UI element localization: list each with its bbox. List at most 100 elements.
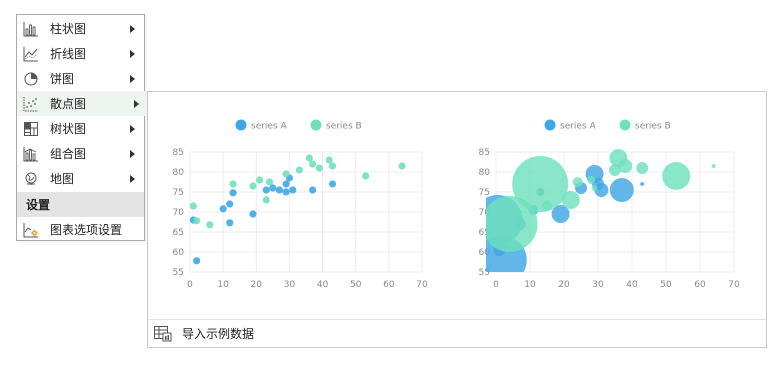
chart-type-menu: 柱状图 折线图 饼图 散点图 树状图 组合图 地图 设置 图表选项设置 (16, 14, 148, 242)
data-point (226, 219, 234, 227)
data-point (193, 217, 201, 225)
data-point (636, 162, 649, 174)
bubble-chart-preview[interactable]: 0 10 20 30 40 50 60 70 55 60 65 70 75 80 85 series Aser… (458, 92, 764, 317)
x-tick-label: 20 (251, 280, 263, 290)
data-point (193, 257, 201, 265)
legend-marker (310, 119, 322, 131)
menu-item-label: 地图 (50, 172, 75, 186)
data-point (328, 180, 337, 188)
data-point (315, 164, 323, 172)
pie-chart-icon (22, 70, 40, 88)
legend-marker (544, 119, 556, 131)
menu-item-line-chart[interactable]: 折线图 (17, 41, 144, 66)
menu-item-scatter-chart[interactable]: 散点图 (17, 91, 148, 116)
data-point (282, 188, 290, 196)
menu-item-label: 饼图 (50, 72, 75, 86)
x-tick-label: 30 (592, 280, 604, 290)
x-tick-label: 40 (317, 280, 329, 290)
submenu-arrow-icon (130, 49, 135, 58)
data-point (229, 189, 237, 197)
x-tick-label: 20 (558, 280, 570, 290)
legend-label: series A (560, 122, 597, 132)
y-tick-label: 85 (173, 148, 184, 158)
menu-item-label: 图表选项设置 (50, 223, 123, 237)
x-tick-label: 50 (660, 280, 672, 290)
legend-label: series B (326, 122, 362, 132)
data-point (512, 156, 569, 212)
scatter-chart-icon (22, 95, 40, 113)
data-point (289, 186, 297, 194)
data-point (309, 160, 317, 168)
x-tick-label: 60 (383, 280, 395, 290)
data-point (206, 221, 214, 229)
y-tick-label: 70 (173, 208, 185, 218)
data-point (189, 202, 197, 210)
submenu-arrow-icon (134, 99, 139, 108)
settings-section-header: 设置 (17, 192, 144, 217)
combo-chart-icon (22, 145, 40, 163)
data-point (275, 186, 284, 194)
bar-chart-icon (22, 20, 40, 38)
data-point (249, 210, 257, 218)
menu-item-label: 散点图 (50, 97, 87, 111)
data-point (398, 162, 406, 170)
submenu-arrow-icon (130, 74, 135, 83)
series-group (189, 154, 406, 265)
menu-item-combo-chart[interactable]: 组合图 (17, 141, 144, 166)
import-table-icon (154, 325, 172, 342)
x-tick-label: 40 (626, 280, 638, 290)
data-point (262, 186, 270, 194)
menu-item-label: 树状图 (50, 122, 87, 136)
x-tick-label: 60 (694, 280, 706, 290)
legend-label: series B (635, 122, 671, 132)
menu-item-bar-chart[interactable]: 柱状图 (17, 16, 144, 41)
menu-item-label: 组合图 (50, 147, 87, 161)
menu-item-label: 折线图 (50, 47, 87, 61)
bubble-chart-svg: 0 10 20 30 40 50 60 7055606570758085series Aser… (479, 119, 740, 290)
scatter-chart-preview[interactable]: 0 10 20 30 40 50 60 70 55 60 65 70 75 80 85 series A ser… (152, 92, 452, 317)
data-point (572, 177, 583, 187)
y-tick-label: 75 (479, 188, 490, 198)
import-sample-data-button[interactable]: 导入示例数据 (148, 319, 766, 347)
y-tick-label: 65 (173, 228, 184, 238)
submenu-arrow-icon (130, 174, 135, 183)
y-tick-label: 80 (479, 168, 491, 178)
submenu-arrow-icon (130, 124, 135, 133)
y-tick-label: 60 (173, 248, 185, 258)
data-point (618, 159, 633, 173)
treemap-chart-icon (22, 120, 40, 138)
y-tick-label: 85 (479, 148, 490, 158)
menu-item-chart-settings[interactable]: 图表选项设置 (17, 217, 144, 242)
data-point (229, 180, 237, 188)
data-point (561, 191, 580, 209)
data-point (711, 164, 716, 168)
data-point (309, 186, 317, 194)
data-point (591, 185, 598, 191)
chart-settings-icon (22, 221, 40, 239)
menu-item-pie-chart[interactable]: 饼图 (17, 66, 144, 91)
menu-item-map-chart[interactable]: 地图 (17, 166, 144, 191)
menu-item-treemap-chart[interactable]: 树状图 (17, 116, 144, 141)
data-point (609, 178, 634, 202)
data-point (249, 182, 257, 190)
section-label: 设置 (26, 198, 51, 212)
legend-marker (235, 119, 247, 131)
map-globe-icon (22, 170, 40, 188)
import-sample-data-label: 导入示例数据 (182, 327, 255, 341)
y-tick-label: 75 (173, 188, 184, 198)
data-point (328, 162, 337, 170)
y-tick-label: 80 (173, 168, 185, 178)
data-point (265, 178, 274, 186)
x-tick-label: 10 (217, 280, 229, 290)
data-point (226, 200, 234, 208)
data-point (219, 205, 227, 213)
data-point (542, 201, 552, 211)
data-point (256, 176, 264, 184)
scatter-chart-svg: 0 10 20 30 40 50 60 70 55 60 65 70 75 80 85 series A ser… (173, 119, 428, 290)
legend-marker (619, 119, 631, 131)
series-group (486, 149, 716, 272)
x-tick-label: 50 (350, 280, 362, 290)
x-tick-label: 0 (187, 280, 193, 290)
data-point (362, 172, 370, 180)
data-point (640, 182, 645, 186)
